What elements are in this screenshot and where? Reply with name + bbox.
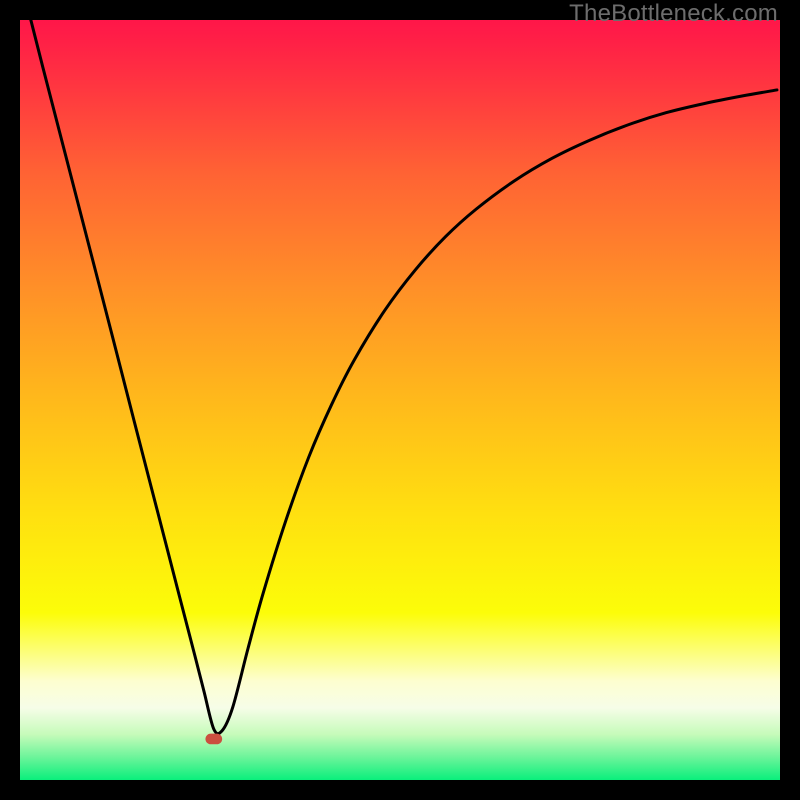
- chart-plot: [20, 20, 780, 780]
- chart-frame: [20, 20, 780, 780]
- chart-background: [20, 20, 780, 780]
- minimum-marker: [205, 734, 222, 745]
- watermark-text: TheBottleneck.com: [569, 0, 778, 28]
